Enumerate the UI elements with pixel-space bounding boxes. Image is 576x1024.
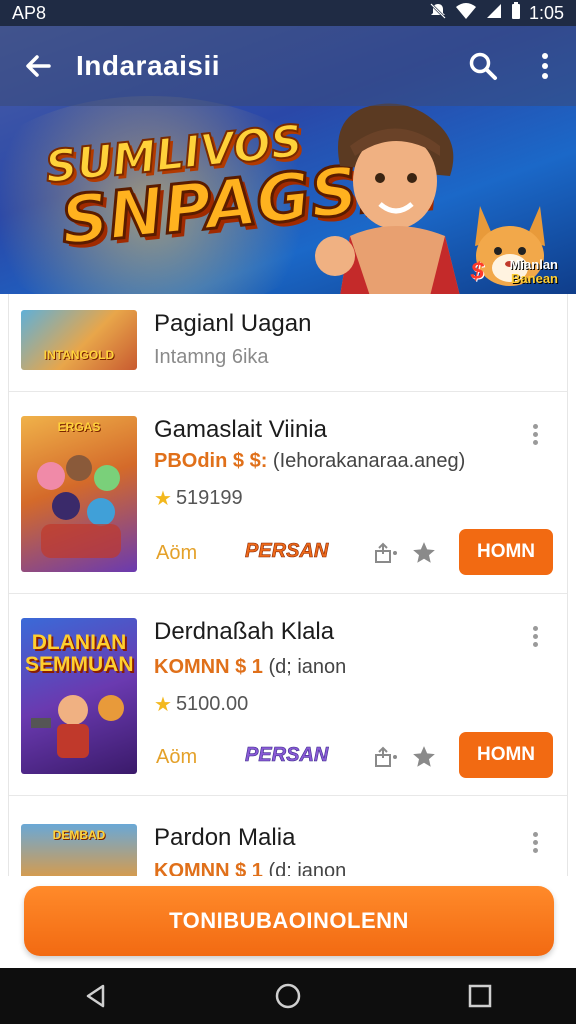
more-vertical-icon bbox=[542, 53, 548, 79]
back-button[interactable] bbox=[0, 26, 76, 106]
clock: 1:05 bbox=[528, 2, 564, 23]
primary-action-button[interactable]: TONIBUBAOINOLENN bbox=[24, 886, 554, 956]
game-list: INTANGOLD Pagianl Uagan Intamng 6ika ERG… bbox=[8, 294, 568, 876]
nav-home-icon bbox=[275, 983, 301, 1009]
page-title: Indaraaisii bbox=[76, 50, 221, 81]
nav-recents-icon bbox=[468, 984, 492, 1008]
hero-badge-line2: Banean bbox=[511, 271, 558, 287]
nav-recents-button[interactable] bbox=[440, 968, 520, 1024]
nav-back-button[interactable] bbox=[56, 968, 136, 1024]
price-strong: KOMNN $ 1 bbox=[154, 656, 263, 678]
battery-icon bbox=[511, 1, 521, 25]
game-price: KOMNN $ 1 (d; ianon bbox=[154, 656, 346, 679]
publisher-logo: PERSAN bbox=[245, 540, 329, 563]
mute-icon bbox=[429, 2, 447, 25]
hero-badge-line1: Mianlan bbox=[509, 257, 558, 272]
game-thumbnail: INTANGOLD bbox=[21, 310, 137, 370]
list-item[interactable]: ERGAS Gamaslait Viinia PBOdin $ $: (Ieho… bbox=[9, 392, 567, 594]
favorite-star-icon[interactable] bbox=[409, 742, 439, 772]
install-button[interactable]: HOMN bbox=[459, 529, 553, 575]
overflow-menu-button[interactable] bbox=[514, 26, 576, 106]
arrow-left-icon bbox=[26, 55, 51, 77]
game-rating: ★ 519199 bbox=[154, 486, 243, 511]
carrier-label: AP8 bbox=[12, 2, 47, 23]
game-title: Pagianl Uagan bbox=[154, 310, 312, 337]
game-thumbnail: DEMBAD bbox=[21, 824, 137, 876]
game-rating: ★ 5100.00 bbox=[154, 692, 248, 717]
game-thumbnail: ERGAS bbox=[21, 416, 137, 572]
nav-home-button[interactable] bbox=[248, 968, 328, 1024]
rating-value: 5100.00 bbox=[175, 693, 249, 715]
search-button[interactable] bbox=[452, 26, 514, 106]
share-icon[interactable] bbox=[371, 742, 401, 772]
nav-back-icon bbox=[86, 984, 105, 1008]
system-nav-bar bbox=[0, 968, 576, 1024]
screen: AP8 1:05 SUMLIVOS SNPAGSIH $ Mianlan Ban… bbox=[0, 0, 576, 1024]
signal-icon bbox=[485, 2, 503, 25]
game-price: PBOdin $ $: (Iehorakanaraa.aneg) bbox=[154, 450, 465, 473]
list-item[interactable]: INTANGOLD Pagianl Uagan Intamng 6ika bbox=[9, 294, 567, 392]
item-menu-button[interactable] bbox=[525, 830, 545, 854]
thumbnail-characters-icon bbox=[31, 695, 124, 758]
publisher-logo: PERSAN bbox=[245, 744, 329, 767]
bottom-action-area: TONIBUBAOINOLENN bbox=[0, 876, 576, 968]
price-detail: (d; ianon bbox=[268, 860, 347, 876]
rating-value: 519199 bbox=[175, 487, 243, 509]
hero-badge: Mianlan Banean bbox=[509, 257, 558, 287]
game-price: KOMNN $ 1 (d; ianon bbox=[154, 860, 346, 876]
share-icon[interactable] bbox=[371, 538, 401, 568]
game-thumbnail: DLANIAN SEMMUAN bbox=[21, 618, 137, 774]
search-icon bbox=[469, 52, 497, 80]
price-strong: KOMNN $ 1 bbox=[154, 860, 263, 876]
wifi-icon bbox=[455, 2, 477, 25]
item-menu-button[interactable] bbox=[525, 422, 545, 446]
price-strong: PBOdin $ $: bbox=[154, 450, 268, 472]
game-subtitle: Intamng 6ika bbox=[154, 346, 269, 368]
install-button[interactable]: HOMN bbox=[459, 732, 553, 778]
star-icon: ★ bbox=[154, 694, 172, 716]
thumbnail-tag: DEMBAD bbox=[52, 828, 106, 842]
star-icon: ★ bbox=[154, 488, 172, 510]
list-item[interactable]: DEMBAD Pardon Malia KOMNN $ 1 (d; ianon bbox=[9, 796, 567, 876]
list-item[interactable]: DLANIAN SEMMUAN Derdnaßah Klala KOMNN $ … bbox=[9, 594, 567, 796]
thumbnail-caption: INTANGOLD bbox=[43, 348, 115, 362]
thumbnail-characters-icon bbox=[37, 455, 121, 558]
game-title: Derdnaßah Klala bbox=[154, 618, 335, 645]
item-menu-button[interactable] bbox=[525, 624, 545, 648]
app-bar: Indaraaisii bbox=[0, 26, 576, 106]
game-title: Gamaslait Viinia bbox=[154, 416, 327, 443]
game-title: Pardon Malia bbox=[154, 824, 296, 851]
add-label[interactable]: Aöm bbox=[156, 542, 197, 565]
favorite-star-icon[interactable] bbox=[409, 538, 439, 568]
hero-character-icon bbox=[315, 103, 460, 294]
status-bar: AP8 1:05 bbox=[0, 0, 576, 26]
add-label[interactable]: Aöm bbox=[156, 746, 197, 769]
hero-badge-number: $ bbox=[470, 258, 484, 285]
price-detail: (d; ianon bbox=[268, 656, 347, 678]
price-detail: (Iehorakanaraa.aneg) bbox=[272, 450, 466, 472]
status-icons: 1:05 bbox=[429, 1, 564, 25]
